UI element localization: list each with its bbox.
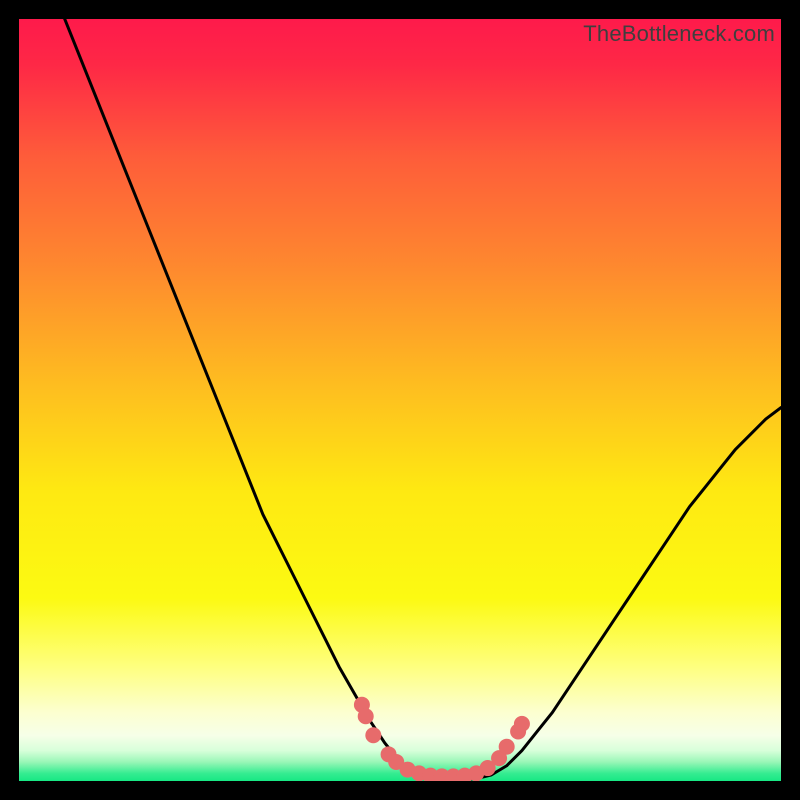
chart-frame: TheBottleneck.com (0, 0, 800, 800)
chart-background (19, 19, 781, 781)
curve-marker (365, 727, 381, 743)
chart-plot-area: TheBottleneck.com (19, 19, 781, 781)
curve-marker (514, 716, 530, 732)
curve-marker (499, 739, 515, 755)
chart-svg (19, 19, 781, 781)
curve-marker (358, 708, 374, 724)
